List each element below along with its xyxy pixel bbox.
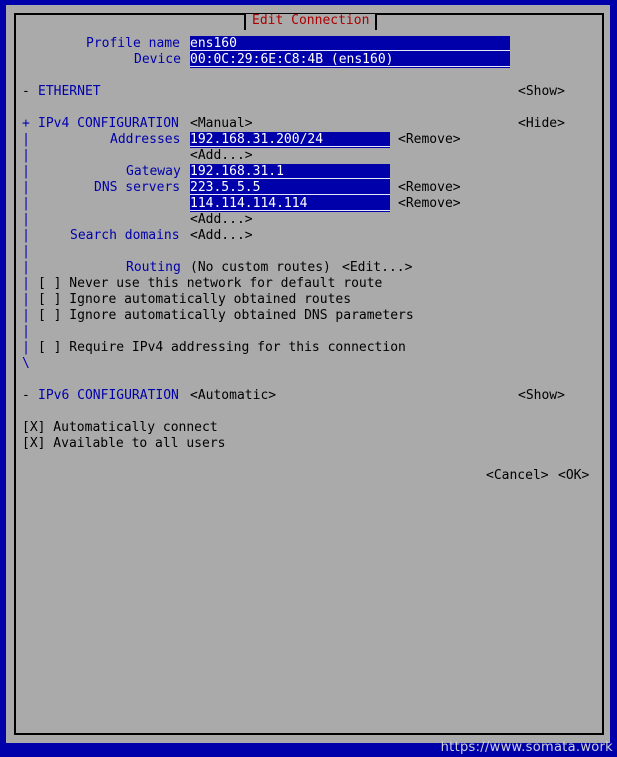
tree-bar: | [22,260,30,275]
tree-bar: | [22,228,30,243]
edit-connection-dialog: Edit Connection Profile name ens160 Devi… [6,5,610,743]
ipv4-toggle[interactable]: + [22,116,30,132]
cancel-button[interactable]: <Cancel> [486,468,549,484]
ipv4-mode-select[interactable]: <Manual> [190,116,253,132]
tree-bar: | [22,212,30,227]
watermark-text: https://www.somata.work [440,740,613,755]
ipv4-hide-button[interactable]: <Hide> [518,116,565,132]
tree-end: \ [22,356,30,371]
address-add-button[interactable]: <Add...> [190,148,253,164]
tree-bar: | [22,340,30,355]
tree-bar: | [22,308,30,323]
dns-input[interactable]: 114.114.114.114 [190,196,390,212]
ipv6-section-label: IPv6 CONFIGURATION [38,388,179,403]
device-input[interactable]: 00:0C:29:6E:C8:4B (ens160) [190,52,510,68]
ethernet-toggle[interactable]: - [22,84,30,100]
tree-bar: | [22,164,30,179]
tree-bar: | [22,132,30,147]
ignore-routes-checkbox[interactable]: [ ] Ignore automatically obtained routes [38,292,351,308]
terminal-screen: Edit Connection Profile name ens160 Devi… [0,0,617,757]
never-default-route-checkbox[interactable]: [ ] Never use this network for default r… [38,276,382,292]
require-ipv4-checkbox[interactable]: [ ] Require IPv4 addressing for this con… [38,340,406,356]
auto-connect-checkbox[interactable]: [X] Automatically connect [22,420,218,436]
ipv6-mode-select[interactable]: <Automatic> [190,388,276,404]
tree-bar: | [22,180,30,195]
search-domains-label: Search domains [70,228,180,243]
profile-name-label: Profile name [86,36,180,51]
dns-input[interactable]: 223.5.5.5 [190,180,390,196]
addresses-label: Addresses [110,132,181,147]
tree-bar: | [22,148,30,163]
routing-label: Routing [126,260,181,275]
address-remove-button[interactable]: <Remove> [398,132,461,148]
address-input[interactable]: 192.168.31.200/24 [190,132,390,148]
routing-edit-button[interactable]: <Edit...> [342,260,412,276]
ethernet-section-label: ETHERNET [38,84,101,99]
tree-bar: | [22,324,30,339]
gateway-label: Gateway [126,164,181,179]
dns-remove-button[interactable]: <Remove> [398,196,461,212]
tree-bar: | [22,196,30,211]
search-domains-add-button[interactable]: <Add...> [190,228,253,244]
ethernet-show-button[interactable]: <Show> [518,84,565,100]
ignore-dns-checkbox[interactable]: [ ] Ignore automatically obtained DNS pa… [38,308,414,324]
dns-remove-button[interactable]: <Remove> [398,180,461,196]
routing-value: (No custom routes) [190,260,331,275]
profile-name-input[interactable]: ens160 [190,36,510,52]
all-users-checkbox[interactable]: [X] Available to all users [22,436,226,452]
dns-add-button[interactable]: <Add...> [190,212,253,228]
ipv4-section-label: IPv4 CONFIGURATION [38,116,179,131]
gateway-input[interactable]: 192.168.31.1 [190,164,390,180]
dialog-title: Edit Connection [244,14,378,30]
ipv6-toggle[interactable]: - [22,388,30,404]
tree-bar: | [22,244,30,259]
tree-bar: | [22,276,30,291]
dns-servers-label: DNS servers [94,180,181,195]
tree-bar: | [22,292,30,307]
ipv6-show-button[interactable]: <Show> [518,388,565,404]
ok-button[interactable]: <OK> [558,468,589,484]
device-label: Device [134,52,181,67]
